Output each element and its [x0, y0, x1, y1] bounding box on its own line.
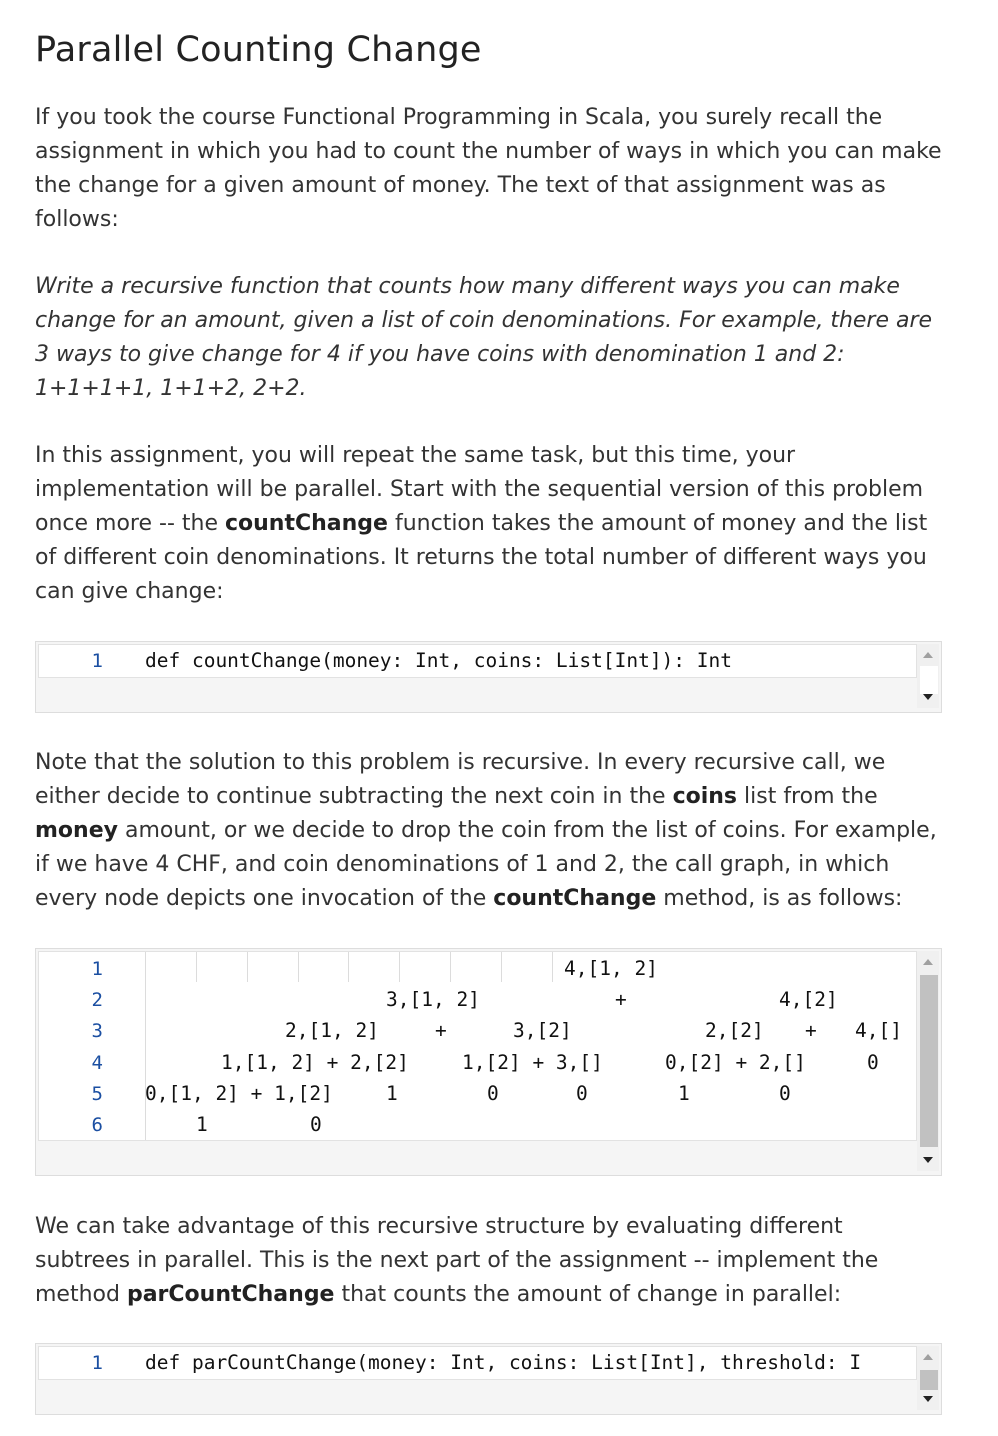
graph-node: 2,[2] [705, 1019, 764, 1042]
graph-node: 4,[] [855, 1019, 902, 1042]
scroll-thumb[interactable] [920, 975, 938, 1147]
scroll-up-icon[interactable] [923, 1354, 933, 1360]
task-paragraph: In this assignment, you will repeat the … [35, 443, 928, 604]
scroll-up-icon[interactable] [923, 652, 933, 658]
graph-node: 1,[2] + 3,[] [462, 1051, 603, 1074]
graph-node: 4,[1, 2] [564, 957, 658, 980]
code-block-parcountchange[interactable]: 1 def parCountChange(money: Int, coins: … [35, 1343, 942, 1415]
graph-node: 0 [779, 1082, 791, 1105]
graph-node: 0 [310, 1113, 322, 1136]
scroll-thumb[interactable] [920, 666, 938, 694]
graph-node: 1 [196, 1113, 208, 1136]
graph-node: 3,[1, 2] [386, 988, 480, 1011]
graph-node: 0,[1, 2] + 1,[2] [145, 1082, 333, 1105]
code-line: def parCountChange(money: Int, coins: Li… [145, 1351, 862, 1374]
line-number: 1 [91, 650, 103, 672]
scroll-down-icon[interactable] [923, 1396, 933, 1402]
scroll-down-icon[interactable] [923, 694, 933, 700]
graph-operator: + [435, 1019, 447, 1042]
vertical-scrollbar[interactable] [917, 644, 939, 708]
graph-node: 0 [487, 1082, 499, 1105]
graph-node: 0,[2] + 2,[] [665, 1051, 806, 1074]
assignment-quote: Write a recursive function that counts h… [35, 270, 942, 406]
vertical-scrollbar[interactable] [917, 1346, 939, 1410]
vertical-scrollbar[interactable] [917, 951, 939, 1171]
advantage-paragraph: We can take advantage of this recursive … [35, 1214, 879, 1307]
code-block-call-graph[interactable]: 1 2 3 4 5 6 4,[1, 2] 3,[1, 2] + 4,[2] 2,… [35, 948, 942, 1176]
money-term: money [35, 818, 118, 843]
line-gutter: 1 [39, 1347, 145, 1379]
graph-node: 1 [678, 1082, 690, 1105]
graph-node: 3,[2] [513, 1019, 572, 1042]
countchange-term: countChange [493, 886, 657, 911]
graph-node: 0 [867, 1051, 879, 1074]
coins-term: coins [672, 784, 738, 809]
quote-text: Write a recursive function that counts h… [35, 274, 933, 401]
graph-node: 4,[2] [779, 988, 838, 1011]
graph-operator: + [805, 1019, 817, 1042]
code-editor[interactable]: 1 def countChange(money: Int, coins: Lis… [38, 644, 917, 678]
intro-paragraph: If you took the course Functional Progra… [35, 105, 942, 232]
code-editor[interactable]: 1 def parCountChange(money: Int, coins: … [38, 1346, 917, 1380]
countchange-term: countChange [224, 511, 388, 536]
scroll-up-icon[interactable] [923, 959, 933, 965]
note-paragraph: Note that the solution to this problem i… [35, 750, 937, 911]
scroll-down-icon[interactable] [923, 1157, 933, 1163]
graph-node: 2,[1, 2] [285, 1019, 379, 1042]
line-gutter: 1 [39, 645, 145, 677]
code-line: def countChange(money: Int, coins: List[… [145, 649, 732, 672]
scroll-thumb[interactable] [920, 1370, 938, 1390]
parcountchange-term: parCountChange [126, 1282, 335, 1307]
graph-node: 1,[1, 2] + 2,[2] [221, 1051, 409, 1074]
call-graph-editor[interactable]: 1 2 3 4 5 6 4,[1, 2] 3,[1, 2] + 4,[2] 2,… [38, 951, 917, 1141]
graph-operator: + [615, 988, 627, 1011]
line-number: 1 [91, 1352, 103, 1374]
page-title: Parallel Counting Change [35, 30, 482, 70]
graph-node: 0 [576, 1082, 588, 1105]
call-graph-table: 4,[1, 2] 3,[1, 2] + 4,[2] 2,[1, 2] + 3,[… [39, 952, 916, 1140]
graph-node: 1 [386, 1082, 398, 1105]
code-block-countchange[interactable]: 1 def countChange(money: Int, coins: Lis… [35, 641, 942, 713]
